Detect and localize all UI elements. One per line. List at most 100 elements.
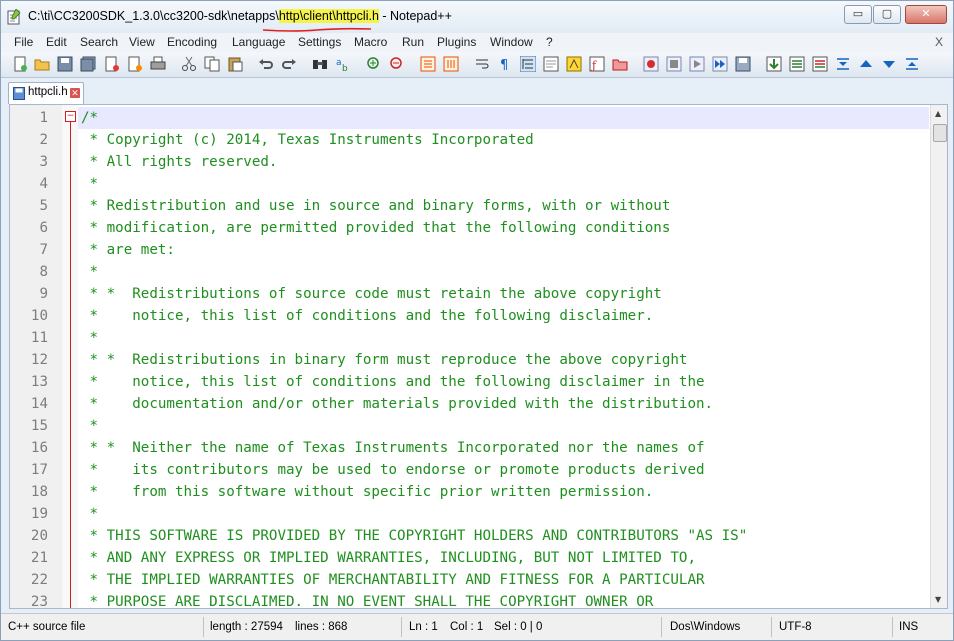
folder-as-workspace-icon[interactable]: [612, 56, 628, 72]
toolbar: ab ¶ ƒ: [1, 52, 953, 78]
close-all-icon[interactable]: [127, 56, 143, 72]
find-icon[interactable]: [312, 56, 328, 72]
line-text: * * Neither the name of Texas Instrument…: [81, 440, 705, 456]
code-line: 8 *: [10, 261, 930, 283]
code-line: 21 * AND ANY EXPRESS OR IMPLIED WARRANTI…: [10, 547, 930, 569]
line-number: 8: [39, 264, 48, 280]
save-icon[interactable]: [57, 56, 73, 72]
save-macro-icon[interactable]: [735, 56, 751, 72]
svg-text:¶: ¶: [500, 58, 508, 72]
status-insert-mode: INS: [899, 621, 919, 633]
scrollbar-thumb[interactable]: [933, 124, 947, 142]
view-panel-icon[interactable]: [812, 56, 828, 72]
scroll-down-arrow-icon[interactable]: ▼: [935, 595, 941, 604]
vertical-scrollbar[interactable]: ▲ ▼: [930, 105, 947, 608]
expand-all-icon[interactable]: [904, 56, 920, 72]
minimize-button[interactable]: ▭: [844, 5, 872, 24]
paste-icon[interactable]: [227, 56, 243, 72]
menu-settings[interactable]: Settings: [298, 35, 341, 49]
status-encoding: UTF-8: [779, 621, 812, 633]
line-text: *: [81, 506, 99, 522]
menu-search[interactable]: Search: [80, 35, 118, 49]
close-file-icon[interactable]: [104, 56, 120, 72]
tab-close-icon[interactable]: ✕: [70, 88, 80, 98]
record-macro-icon[interactable]: [643, 56, 659, 72]
play-macro-icon[interactable]: [689, 56, 705, 72]
sync-horizontal-scroll-icon[interactable]: [443, 56, 459, 72]
launch-in-browser-icon[interactable]: [766, 56, 782, 72]
redo-icon[interactable]: [281, 56, 297, 72]
print-icon[interactable]: [150, 56, 166, 72]
menu-encoding[interactable]: Encoding: [167, 35, 217, 49]
stop-macro-icon[interactable]: [666, 56, 682, 72]
window-title: C:\ti\CC3200SDK_1.3.0\cc3200-sdk\netapps…: [28, 9, 452, 23]
collapse-all-icon[interactable]: [835, 56, 851, 72]
menu-bar: File Edit Search View Encoding Language …: [1, 33, 953, 52]
code-line: 13 * notice, this list of conditions and…: [10, 371, 930, 393]
menu-plugins[interactable]: Plugins: [437, 35, 476, 49]
scroll-up-arrow-icon[interactable]: ▲: [935, 109, 941, 118]
menu-macro[interactable]: Macro: [354, 35, 387, 49]
status-length: length : 27594: [210, 621, 283, 633]
undo-icon[interactable]: [258, 56, 274, 72]
code-line: 3 * All rights reserved.: [10, 151, 930, 173]
status-lines: lines : 868: [295, 621, 348, 633]
run-macro-multiple-icon[interactable]: [712, 56, 728, 72]
menu-language[interactable]: Language: [232, 35, 285, 49]
line-number: 23: [30, 594, 48, 609]
view-list-icon[interactable]: [789, 56, 805, 72]
saved-file-icon: [13, 87, 25, 100]
status-bar: C++ source file length : 27594 lines : 8…: [1, 613, 953, 640]
close-document-x[interactable]: X: [935, 35, 943, 49]
line-text: * * Redistributions in binary form must …: [81, 352, 688, 368]
arrow-up-icon[interactable]: [858, 56, 874, 72]
line-text: *: [81, 176, 99, 192]
user-defined-language-icon[interactable]: [543, 56, 559, 72]
code-line: 20 * THIS SOFTWARE IS PROVIDED BY THE CO…: [10, 525, 930, 547]
menu-view[interactable]: View: [129, 35, 155, 49]
maximize-button[interactable]: ▢: [873, 5, 901, 24]
sync-vertical-scroll-icon[interactable]: [420, 56, 436, 72]
svg-text:a: a: [336, 58, 342, 68]
open-file-icon[interactable]: [34, 56, 50, 72]
line-text: * modification, are permitted provided t…: [81, 220, 671, 236]
menu-run[interactable]: Run: [402, 35, 424, 49]
word-wrap-icon[interactable]: [474, 56, 490, 72]
arrow-down-icon[interactable]: [881, 56, 897, 72]
line-text: * PURPOSE ARE DISCLAIMED. IN NO EVENT SH…: [81, 594, 654, 609]
line-number: 20: [30, 528, 48, 544]
menu-window[interactable]: Window: [490, 35, 533, 49]
line-text: * AND ANY EXPRESS OR IMPLIED WARRANTIES,…: [81, 550, 696, 566]
line-number: 22: [30, 572, 48, 588]
line-text: *: [81, 264, 99, 280]
new-file-icon[interactable]: [12, 56, 28, 72]
indent-guide-icon[interactable]: [520, 56, 536, 72]
zoom-out-icon[interactable]: [389, 56, 405, 72]
save-all-icon[interactable]: [80, 56, 96, 72]
show-all-characters-icon[interactable]: ¶: [497, 56, 513, 72]
menu-file[interactable]: File: [14, 35, 33, 49]
copy-icon[interactable]: [204, 56, 220, 72]
code-line: 4 *: [10, 173, 930, 195]
line-text: * notice, this list of conditions and th…: [81, 374, 705, 390]
line-text: * are met:: [81, 242, 175, 258]
close-window-button[interactable]: ✕: [905, 5, 947, 24]
function-list-icon[interactable]: ƒ: [589, 56, 605, 72]
title-bar: C:\ti\CC3200SDK_1.3.0\cc3200-sdk\netapps…: [1, 1, 953, 33]
cut-icon[interactable]: [181, 56, 197, 72]
code-line: 6 * modification, are permitted provided…: [10, 217, 930, 239]
replace-icon[interactable]: ab: [335, 56, 351, 72]
tab-httpcli-h[interactable]: httpcli.h ✕: [8, 82, 84, 104]
code-line: 7 * are met:: [10, 239, 930, 261]
zoom-in-icon[interactable]: [366, 56, 382, 72]
document-map-icon[interactable]: [566, 56, 582, 72]
menu-help[interactable]: ?: [546, 35, 553, 49]
code-editor[interactable]: − 1/* 2 * Copyright (c) 2014, Texas Instr…: [9, 104, 948, 609]
line-number: 6: [39, 220, 48, 236]
status-line-number: Ln : 1: [409, 621, 438, 633]
line-number: 17: [30, 462, 48, 478]
line-number: 19: [30, 506, 48, 522]
line-text: *: [81, 418, 99, 434]
status-eol-format: Dos\Windows: [670, 621, 741, 633]
menu-edit[interactable]: Edit: [46, 35, 67, 49]
